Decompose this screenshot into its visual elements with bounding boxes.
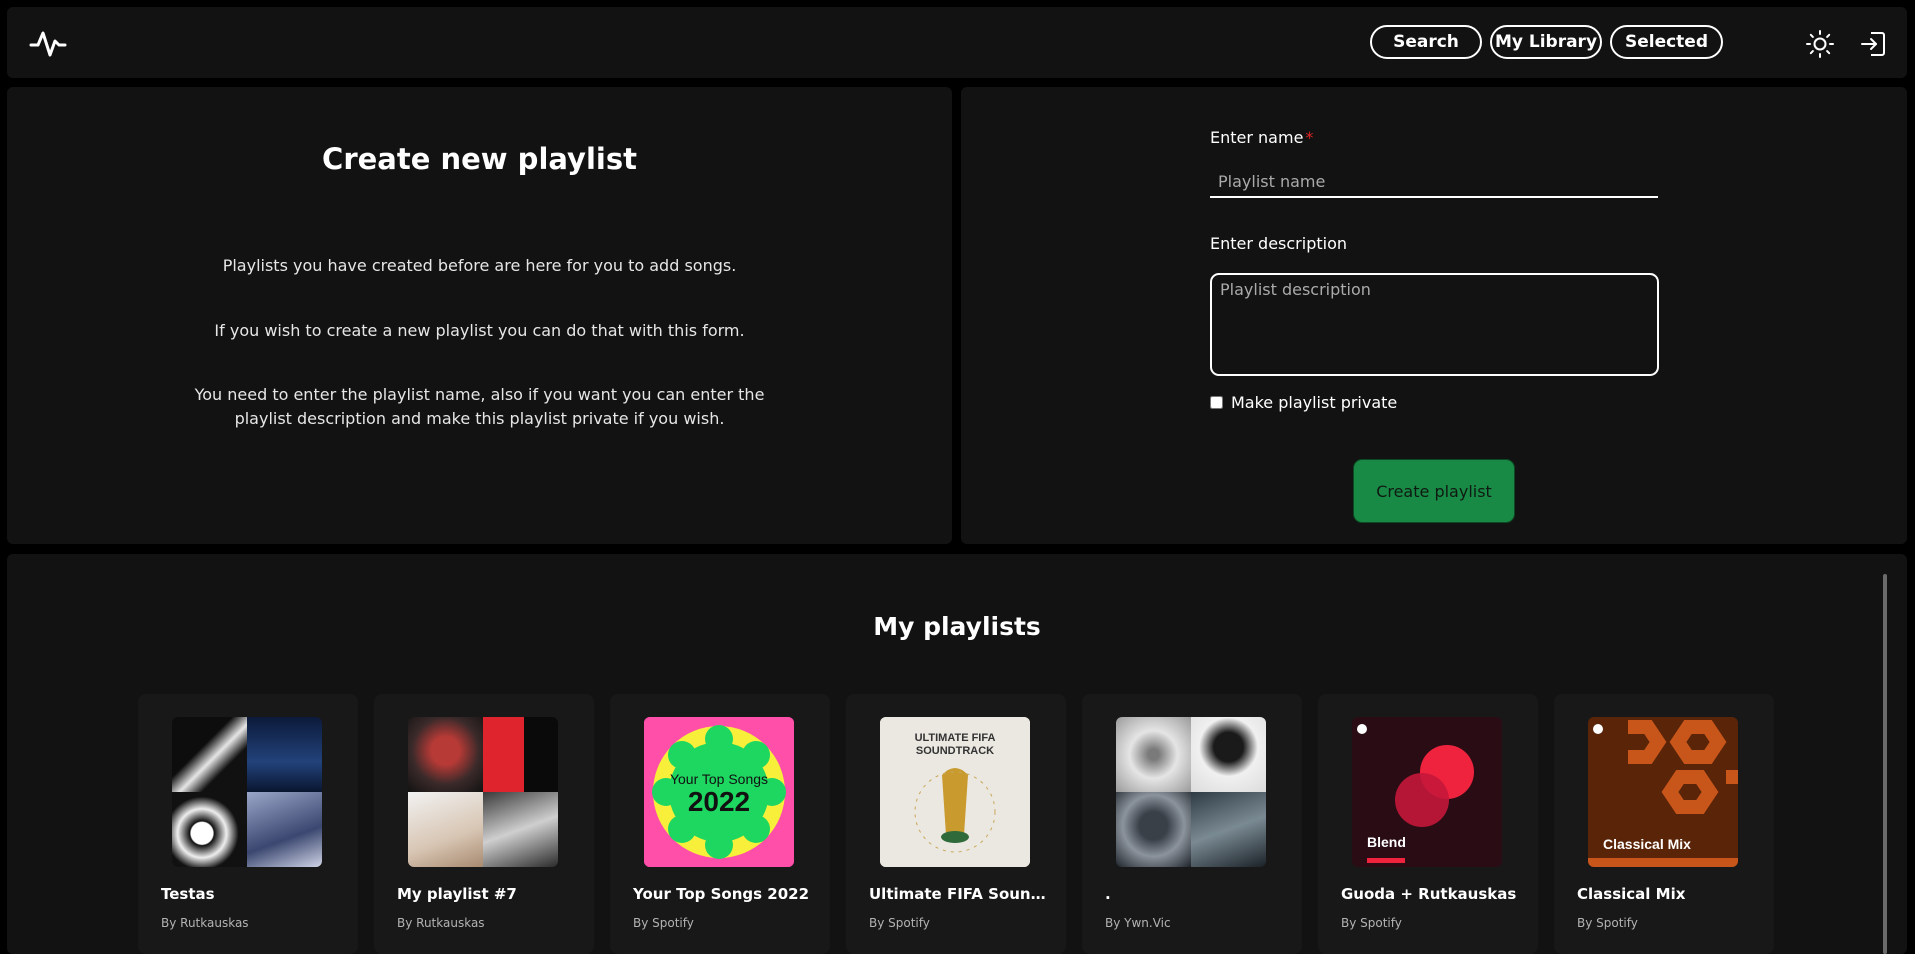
cover-text: ULTIMATE FIFA (915, 732, 996, 744)
name-label-text: Enter name (1210, 128, 1304, 147)
cover-text: Blend (1367, 834, 1406, 850)
playlist-title: My playlist #7 (397, 885, 517, 903)
playlist-description-input[interactable] (1210, 273, 1659, 376)
create-info-panel: Create new playlist Playlists you have c… (7, 87, 952, 544)
playlist-owner: By Spotify (633, 916, 694, 930)
playlist-cover (408, 717, 558, 867)
playlist-card[interactable]: Blend Guoda + Rutkauskas By Spotify (1318, 694, 1538, 954)
playlist-title: Guoda + Rutkauskas (1341, 885, 1517, 903)
playlist-title: Ultimate FIFA Soundtrack (869, 885, 1054, 903)
playlist-card[interactable]: Testas By Rutkauskas (138, 694, 358, 954)
private-label: Make playlist private (1231, 393, 1398, 412)
playlist-title: Testas (161, 885, 215, 903)
info-text: If you wish to create a new playlist you… (214, 321, 745, 340)
playlist-cover: Classical Mix (1588, 717, 1738, 867)
playlist-cover (172, 717, 322, 867)
playlist-card[interactable]: My playlist #7 By Rutkauskas (374, 694, 594, 954)
private-checkbox[interactable] (1210, 396, 1223, 409)
section-title: My playlists (873, 612, 1041, 641)
cover-text: SOUNDTRACK (916, 745, 994, 757)
playlist-name-input[interactable] (1210, 167, 1658, 198)
nav-selected-button[interactable]: Selected (1610, 25, 1723, 59)
info-text: Playlists you have created before are he… (222, 256, 737, 275)
playlist-cover: Blend (1352, 717, 1502, 867)
name-label: Enter name * (1210, 128, 1313, 147)
nav-search-button[interactable]: Search (1370, 25, 1482, 59)
cover-text: 2022 (688, 786, 750, 817)
playlist-card[interactable]: . By Ywn.Vic (1082, 694, 1302, 954)
playlist-cover (1116, 717, 1266, 867)
cover-text: Classical Mix (1603, 836, 1691, 852)
pulse-icon[interactable] (29, 29, 67, 59)
playlist-title: . (1105, 885, 1111, 903)
playlist-card[interactable]: Classical Mix Classical Mix By Spotify (1554, 694, 1774, 954)
description-label: Enter description (1210, 234, 1347, 253)
info-text: You need to enter the playlist name, als… (194, 385, 765, 428)
playlist-title: Classical Mix (1577, 885, 1686, 903)
playlist-owner: By Rutkauskas (397, 916, 485, 930)
required-mark: * (1305, 128, 1314, 147)
playlist-owner: By Ywn.Vic (1105, 916, 1171, 930)
my-playlists-panel: My playlists Testas By Rutkauskas My pla… (7, 554, 1907, 954)
playlist-card[interactable]: ULTIMATE FIFA SOUNDTRACK Ultimate FIFA S… (846, 694, 1066, 954)
cover-text: Your Top Songs (670, 771, 768, 787)
logout-icon[interactable] (1856, 27, 1890, 61)
nav-library-button[interactable]: My Library (1490, 25, 1602, 59)
playlist-cover: Your Top Songs 2022 (644, 717, 794, 867)
playlist-title: Your Top Songs 2022 (633, 885, 810, 903)
sun-icon[interactable] (1803, 27, 1837, 61)
playlist-card[interactable]: Your Top Songs 2022 Your Top Songs 2022 … (610, 694, 830, 954)
playlist-cover: ULTIMATE FIFA SOUNDTRACK (880, 717, 1030, 867)
scrollbar[interactable] (1883, 574, 1887, 954)
playlist-owner: By Spotify (869, 916, 930, 930)
private-toggle-row: Make playlist private (1210, 393, 1397, 412)
playlist-owner: By Spotify (1341, 916, 1402, 930)
create-form-panel: Enter name* Enter description Make playl… (961, 87, 1907, 544)
playlist-owner: By Spotify (1577, 916, 1638, 930)
page-title: Create new playlist (322, 142, 637, 176)
create-playlist-button[interactable]: Create playlist (1353, 459, 1515, 523)
playlist-owner: By Rutkauskas (161, 916, 249, 930)
top-bar: Search My Library Selected (7, 7, 1907, 78)
